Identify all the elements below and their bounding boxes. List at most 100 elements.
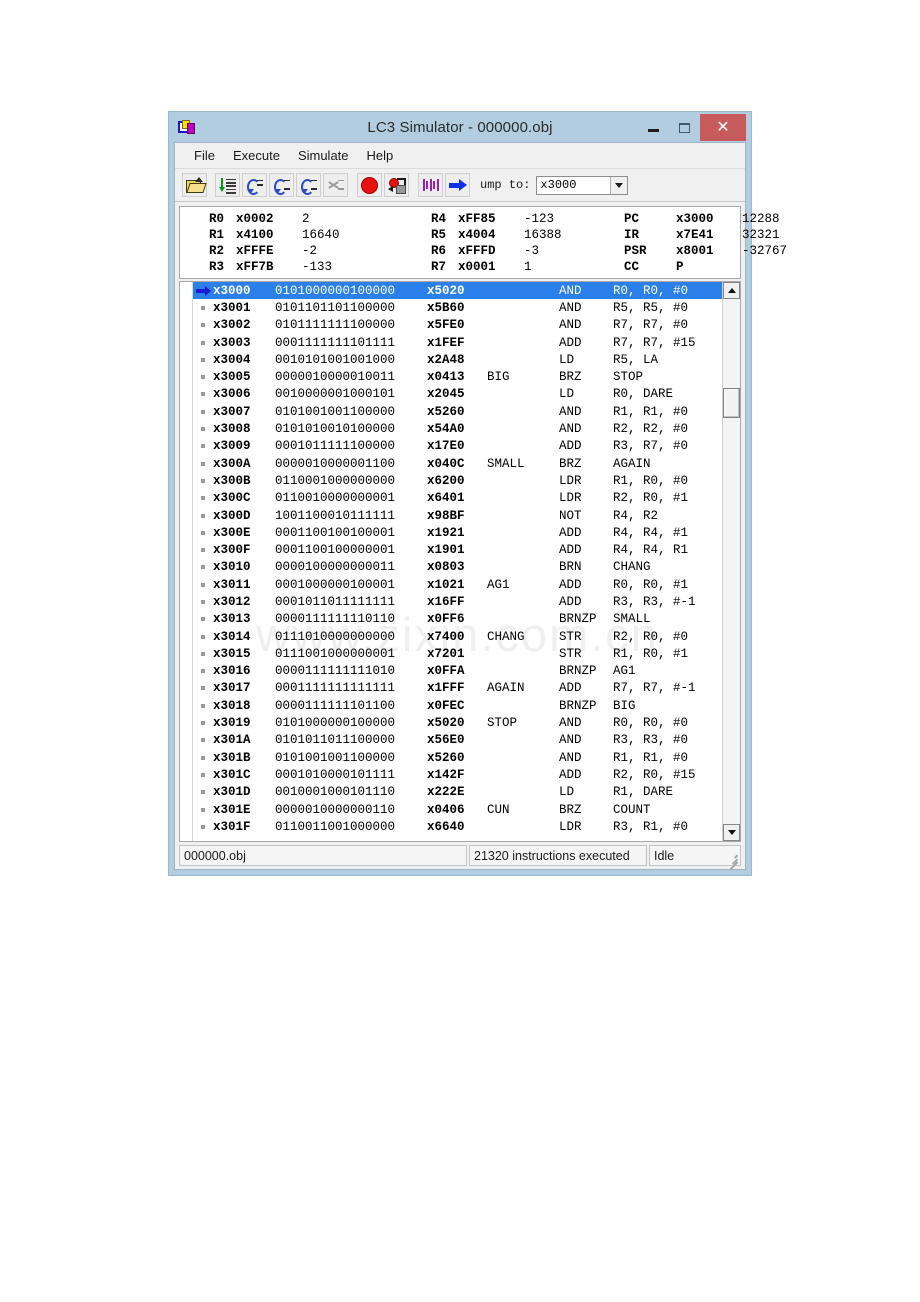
code-hex: x1FEF xyxy=(427,335,465,350)
breakpoint-slot-icon[interactable] xyxy=(193,392,213,397)
breakpoint-slot-icon[interactable] xyxy=(193,323,213,328)
breakpoint-slot-icon[interactable] xyxy=(193,305,213,310)
code-row[interactable]: x300C 0110010000000001 x6401 LDR R2, R0, #1 xyxy=(193,490,722,507)
breakpoint-slot-icon[interactable] xyxy=(193,496,213,501)
code-row[interactable]: x301E 0000010000000110 x0406 CUN BRZ COUNT xyxy=(193,801,722,818)
register-r1: R1 x4100 16640 xyxy=(180,227,380,243)
breakpoint-slot-icon[interactable] xyxy=(193,599,213,604)
code-row[interactable]: x3010 0000100000000011 x0803 BRN CHANG xyxy=(193,559,722,576)
code-row[interactable]: x3013 0000111111110110 x0FF6 BRNZP SMALL xyxy=(193,611,722,628)
code-row[interactable]: x301A 0101011011100000 x56E0 AND R3, R3, #0 xyxy=(193,732,722,749)
finish-button[interactable] xyxy=(323,173,348,197)
breakpoint-slot-icon[interactable] xyxy=(193,669,213,674)
pc-arrow-icon[interactable] xyxy=(193,285,213,296)
close-button[interactable]: ✕ xyxy=(700,114,746,141)
breakpoint-slot-icon[interactable] xyxy=(193,461,213,466)
breakpoint-slot-icon[interactable] xyxy=(193,738,213,743)
stop-button[interactable] xyxy=(357,173,382,197)
breakpoint-slot-icon[interactable] xyxy=(193,375,213,380)
code-row[interactable]: x300D 1001100010111111 x98BF NOT R4, R2 xyxy=(193,507,722,524)
code-row[interactable]: x3008 0101010010100000 x54A0 AND R2, R2, #0 xyxy=(193,420,722,437)
code-row[interactable]: x3002 0101111111100000 x5FE0 AND R7, R7, #0 xyxy=(193,317,722,334)
status-message: 21320 instructions executed xyxy=(469,845,647,866)
code-operands: SMALL xyxy=(613,612,651,627)
code-row[interactable]: x3004 0010101001001000 x2A48 LD R5, LA xyxy=(193,351,722,368)
chevron-down-icon[interactable] xyxy=(610,176,628,194)
breakpoint-slot-icon[interactable] xyxy=(193,651,213,656)
minimize-button[interactable] xyxy=(638,114,669,141)
breakpoint-slot-icon[interactable] xyxy=(193,513,213,518)
breakpoints-button[interactable] xyxy=(384,173,409,197)
code-row[interactable]: x301D 0010001000101110 x222E LD R1, DARE xyxy=(193,784,722,801)
code-opcode: AND xyxy=(559,733,582,748)
jump-to-input[interactable]: x3000 xyxy=(537,178,610,192)
code-row[interactable]: x3011 0001000000100001 x1021 AG1 ADD R0, R0, … xyxy=(193,576,722,593)
open-file-button[interactable] xyxy=(182,173,207,197)
code-row[interactable]: x3009 0001011111100000 x17E0 ADD R3, R7, #0 xyxy=(193,438,722,455)
breakpoint-slot-icon[interactable] xyxy=(193,340,213,345)
code-row[interactable]: x3012 0001011011111111 x16FF ADD R3, R3, #-1 xyxy=(193,593,722,610)
breakpoint-slot-icon[interactable] xyxy=(193,755,213,760)
breakpoint-slot-icon[interactable] xyxy=(193,772,213,777)
resize-grip-icon[interactable] xyxy=(726,851,738,871)
breakpoint-slot-icon[interactable] xyxy=(193,427,213,432)
step-into-button[interactable] xyxy=(215,173,240,197)
breakpoint-slot-icon[interactable] xyxy=(193,565,213,570)
breakpoint-slot-icon[interactable] xyxy=(193,478,213,483)
registers-button[interactable] xyxy=(418,173,443,197)
code-row[interactable]: x3014 0111010000000000 x7400 CHANG STR R2, R0… xyxy=(193,628,722,645)
code-row[interactable]: x3018 0000111111101100 x0FEC BRNZP BIG xyxy=(193,697,722,714)
breakpoint-slot-icon[interactable] xyxy=(193,444,213,449)
code-row[interactable]: x300F 0001100100000001 x1901 ADD R4, R4, R1 xyxy=(193,541,722,558)
scrollbar-track[interactable] xyxy=(723,299,740,824)
breakpoint-slot-icon[interactable] xyxy=(193,790,213,795)
breakpoint-slot-icon[interactable] xyxy=(193,686,213,691)
code-row[interactable]: x3017 0001111111111111 x1FFF AGAIN ADD R7, R7… xyxy=(193,680,722,697)
menu-item-simulate[interactable]: Simulate xyxy=(289,146,358,165)
maximize-button[interactable] xyxy=(669,114,700,141)
run-button[interactable] xyxy=(445,173,470,197)
code-row[interactable]: x3015 0111001000000001 x7201 STR R1, R0, #1 xyxy=(193,645,722,662)
code-row[interactable]: x3001 0101101101100000 x5B60 AND R5, R5, #0 xyxy=(193,299,722,316)
breakpoint-slot-icon[interactable] xyxy=(193,634,213,639)
breakpoint-slot-icon[interactable] xyxy=(193,807,213,812)
jump-to-combobox[interactable]: x3000 xyxy=(536,175,629,195)
breakpoint-slot-icon[interactable] xyxy=(193,357,213,362)
scroll-down-button[interactable] xyxy=(723,824,740,841)
code-row[interactable]: x3019 0101000000100000 x5020 STOP AND R0, R0,… xyxy=(193,714,722,731)
breakpoint-slot-icon[interactable] xyxy=(193,721,213,726)
code-row[interactable]: x301C 0001010000101111 x142F ADD R2, R0, #15 xyxy=(193,766,722,783)
code-row[interactable]: x301F 0110011001000000 x6640 LDR R3, R1, #0 xyxy=(193,818,722,835)
breakpoint-slot-icon[interactable] xyxy=(193,617,213,622)
step-over-button[interactable] xyxy=(242,173,267,197)
code-row[interactable]: x3007 0101001001100000 x5260 AND R1, R1, #0 xyxy=(193,403,722,420)
vertical-scrollbar[interactable] xyxy=(722,282,740,841)
code-row[interactable]: x300E 0001100100100001 x1921 ADD R4, R4, #1 xyxy=(193,524,722,541)
code-row[interactable]: x3016 0000111111111010 x0FFA BRNZP AG1 xyxy=(193,663,722,680)
breakpoint-gutter[interactable] xyxy=(180,282,193,841)
maximize-icon xyxy=(679,122,690,133)
breakpoint-slot-icon[interactable] xyxy=(193,530,213,535)
code-row[interactable]: x3005 0000010000010011 x0413 BIG BRZ STOP xyxy=(193,368,722,385)
menu-item-execute[interactable]: Execute xyxy=(224,146,289,165)
breakpoint-slot-icon[interactable] xyxy=(193,582,213,587)
code-address: x300F xyxy=(213,543,251,558)
code-row[interactable]: x3003 0001111111101111 x1FEF ADD R7, R7, #15 xyxy=(193,334,722,351)
breakpoint-slot-icon[interactable] xyxy=(193,548,213,553)
code-row[interactable]: x300B 0110001000000000 x6200 LDR R1, R0, #0 xyxy=(193,472,722,489)
code-row[interactable]: x3000 0101000000100000 x5020 AND R0, R0, #0 xyxy=(193,282,722,300)
menu-item-help[interactable]: Help xyxy=(358,146,403,165)
code-row[interactable]: x300A 0000010000001100 x040C SMALL BRZ AGAIN xyxy=(193,455,722,472)
breakpoint-slot-icon[interactable] xyxy=(193,703,213,708)
step-back-button[interactable] xyxy=(296,173,321,197)
step-out-button[interactable] xyxy=(269,173,294,197)
breakpoint-slot-icon[interactable] xyxy=(193,824,213,829)
menu-item-file[interactable]: File xyxy=(185,146,224,165)
step-curve-equals-icon xyxy=(246,178,263,195)
code-row[interactable]: x3006 0010000001000101 x2045 LD R0, DARE xyxy=(193,386,722,403)
code-row[interactable]: x301B 0101001001100000 x5260 AND R1, R1, #0 xyxy=(193,749,722,766)
scroll-up-button[interactable] xyxy=(723,282,740,299)
code-listing[interactable]: www.zixin.com.cn x3000 0101000000100000 x5… xyxy=(193,282,722,841)
scrollbar-thumb[interactable] xyxy=(723,388,740,419)
breakpoint-slot-icon[interactable] xyxy=(193,409,213,414)
